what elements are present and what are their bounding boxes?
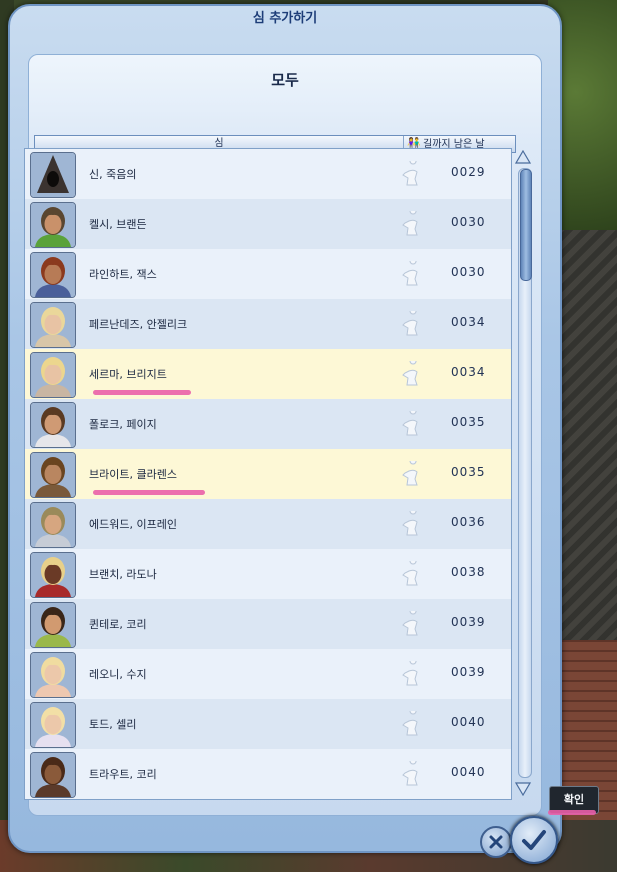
days-left-value: 0030 bbox=[451, 215, 486, 229]
days-left-value: 0038 bbox=[451, 565, 486, 579]
baby-silhouette-icon bbox=[402, 211, 418, 236]
days-left-value: 0036 bbox=[451, 515, 486, 529]
baby-silhouette-icon bbox=[402, 611, 418, 636]
sim-list[interactable]: 신, 죽음의 0029 켈시, 브랜든 0030 라인하트, 잭스 0030 페르난데즈, … bbox=[24, 148, 512, 800]
baby-silhouette-icon bbox=[402, 361, 418, 386]
filter-title: 모두 bbox=[271, 71, 299, 89]
sim-list-row[interactable]: 폴로크, 페이지 0035 bbox=[25, 399, 511, 449]
scrollbar-track[interactable] bbox=[518, 168, 532, 778]
sim-name: 퀸테로, 코리 bbox=[89, 618, 147, 631]
sim-list-row[interactable]: 라인하트, 잭스 0030 bbox=[25, 249, 511, 299]
baby-silhouette-icon bbox=[402, 561, 418, 586]
annotation-underline bbox=[548, 810, 596, 815]
sim-name: 토드, 셀리 bbox=[89, 718, 137, 731]
sim-portrait bbox=[30, 752, 76, 798]
sim-list-row[interactable]: 레오니, 수지 0039 bbox=[25, 649, 511, 699]
days-left-value: 0039 bbox=[451, 665, 486, 679]
sim-list-row[interactable]: 페르난데즈, 안젤리크 0034 bbox=[25, 299, 511, 349]
sim-name: 폴로크, 페이지 bbox=[89, 418, 157, 431]
sim-portrait bbox=[30, 702, 76, 748]
annotation-underline bbox=[93, 490, 205, 495]
sim-list-row[interactable]: 토드, 셀리 0040 bbox=[25, 699, 511, 749]
days-left-value: 0034 bbox=[451, 315, 486, 329]
sim-list-row[interactable]: 퀸테로, 코리 0039 bbox=[25, 599, 511, 649]
baby-silhouette-icon bbox=[402, 661, 418, 686]
scroll-up-arrow-icon[interactable] bbox=[515, 150, 531, 164]
baby-silhouette-icon bbox=[402, 461, 418, 486]
days-left-value: 0029 bbox=[451, 165, 486, 179]
days-left-value: 0035 bbox=[451, 465, 486, 479]
sim-portrait bbox=[30, 402, 76, 448]
sim-list-row[interactable]: 켈시, 브랜든 0030 bbox=[25, 199, 511, 249]
ok-button[interactable] bbox=[510, 816, 558, 864]
cancel-button[interactable] bbox=[480, 826, 512, 858]
sim-portrait bbox=[30, 502, 76, 548]
sim-name: 세르마, 브리지트 bbox=[89, 368, 167, 381]
sim-list-row[interactable]: 세르마, 브리지트 0034 bbox=[25, 349, 511, 399]
annotation-underline bbox=[93, 390, 191, 395]
dialog-title: 심 추가하기 bbox=[252, 11, 318, 26]
sim-name: 페르난데즈, 안젤리크 bbox=[89, 318, 188, 331]
days-left-value: 0039 bbox=[451, 615, 486, 629]
sim-portrait bbox=[30, 652, 76, 698]
baby-silhouette-icon bbox=[402, 761, 418, 786]
baby-silhouette-icon bbox=[402, 261, 418, 286]
days-left-value: 0034 bbox=[451, 365, 486, 379]
sim-name: 브랜치, 라도나 bbox=[89, 568, 157, 581]
baby-silhouette-icon bbox=[402, 161, 418, 186]
sim-list-row[interactable]: 트라우트, 코리 0040 bbox=[25, 749, 511, 799]
sim-portrait bbox=[30, 452, 76, 498]
sim-name: 브라이트, 클라렌스 bbox=[89, 468, 177, 481]
confirm-tooltip-label: 확인 bbox=[563, 793, 585, 806]
sim-name: 트라우트, 코리 bbox=[89, 768, 157, 781]
scroll-down-arrow-icon[interactable] bbox=[515, 782, 531, 796]
sim-list-row[interactable]: 에드워드, 이프레인 0036 bbox=[25, 499, 511, 549]
checkmark-icon bbox=[522, 830, 546, 850]
baby-silhouette-icon bbox=[402, 511, 418, 536]
days-left-value: 0040 bbox=[451, 715, 486, 729]
sim-portrait bbox=[30, 302, 76, 348]
sim-portrait bbox=[30, 202, 76, 248]
baby-silhouette-icon bbox=[402, 711, 418, 736]
baby-silhouette-icon bbox=[402, 311, 418, 336]
scrollbar-thumb[interactable] bbox=[520, 169, 532, 281]
sim-portrait bbox=[30, 552, 76, 598]
sim-portrait bbox=[30, 602, 76, 648]
sim-list-row[interactable]: 브랜치, 라도나 0038 bbox=[25, 549, 511, 599]
close-icon bbox=[489, 835, 503, 849]
sim-name: 에드워드, 이프레인 bbox=[89, 518, 177, 531]
sim-portrait bbox=[30, 352, 76, 398]
sim-name: 라인하트, 잭스 bbox=[89, 268, 157, 281]
sim-name: 켈시, 브랜든 bbox=[89, 218, 147, 231]
sim-name: 레오니, 수지 bbox=[89, 668, 147, 681]
baby-silhouette-icon bbox=[402, 411, 418, 436]
sim-portrait bbox=[30, 152, 76, 198]
sim-portrait bbox=[30, 252, 76, 298]
sim-name: 신, 죽음의 bbox=[89, 168, 137, 181]
sim-list-row[interactable]: 브라이트, 클라렌스 0035 bbox=[25, 449, 511, 499]
days-left-value: 0030 bbox=[451, 265, 486, 279]
days-left-value: 0035 bbox=[451, 415, 486, 429]
sim-list-row[interactable]: 신, 죽음의 0029 bbox=[25, 149, 511, 199]
days-left-value: 0040 bbox=[451, 765, 486, 779]
